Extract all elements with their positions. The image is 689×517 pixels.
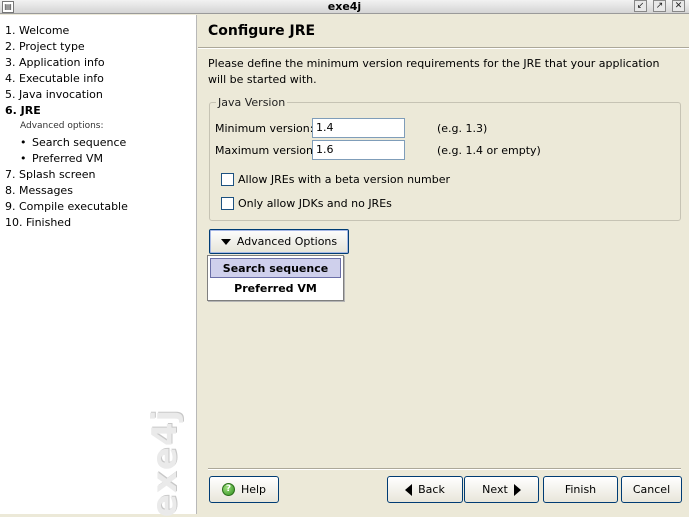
maximize-icon[interactable]: ↗ <box>653 0 666 12</box>
min-version-label: Minimum version: <box>215 122 314 135</box>
back-button[interactable]: Back <box>387 476 463 503</box>
only-jdk-label[interactable]: Only allow JDKs and no JREs <box>238 197 392 210</box>
page-description: Please define the minimum version requir… <box>208 57 660 86</box>
min-version-hint: (e.g. 1.3) <box>437 122 488 135</box>
menu-item-preferred-vm[interactable]: Preferred VM <box>210 279 341 299</box>
page-title: Configure JRE <box>208 23 316 39</box>
java-version-group: Java Version Minimum version: 1.4 (e.g. … <box>209 96 681 221</box>
step-application-info[interactable]: 3. Application info <box>5 56 105 70</box>
minimize-icon[interactable]: ↙ <box>634 0 647 12</box>
finish-button[interactable]: Finish <box>543 476 618 503</box>
max-version-input[interactable]: 1.6 <box>312 140 405 160</box>
step-compile-executable[interactable]: 9. Compile executable <box>5 200 128 214</box>
max-version-label: Maximum version: <box>215 144 317 157</box>
only-jdk-checkbox[interactable] <box>221 197 234 210</box>
next-button[interactable]: Next <box>464 476 539 503</box>
allow-beta-label[interactable]: Allow JREs with a beta version number <box>238 173 450 186</box>
close-icon[interactable]: ✕ <box>672 0 685 12</box>
step-splash-screen[interactable]: 7. Splash screen <box>5 168 96 182</box>
step-executable-info[interactable]: 4. Executable info <box>5 72 104 86</box>
step-welcome[interactable]: 1. Welcome <box>5 24 69 38</box>
button-divider <box>208 468 681 470</box>
step-project-type[interactable]: 2. Project type <box>5 40 85 54</box>
exe4j-logo: exe4j <box>145 408 185 517</box>
title-divider <box>198 47 689 49</box>
advanced-options-menu: Search sequence Preferred VM <box>207 255 344 301</box>
java-version-legend: Java Version <box>216 96 288 109</box>
advanced-options-button[interactable]: Advanced Options <box>209 229 349 254</box>
main-panel: Configure JRE Please define the minimum … <box>198 15 689 514</box>
arrow-right-icon <box>513 483 521 496</box>
wizard-sidebar: 1. Welcome 2. Project type 3. Applicatio… <box>0 15 197 517</box>
help-button[interactable]: ? Help <box>209 476 279 503</box>
bullet-icon: • <box>20 136 27 149</box>
max-version-hint: (e.g. 1.4 or empty) <box>437 144 541 157</box>
title-bar: ▤ exe4j ↙ ↗ ✕ <box>0 0 689 14</box>
step-jre-current[interactable]: 6. JRE <box>5 104 41 118</box>
window-title: exe4j <box>327 0 362 13</box>
advanced-options-header: Advanced options: <box>20 121 104 131</box>
step-messages[interactable]: 8. Messages <box>5 184 73 198</box>
step-java-invocation[interactable]: 5. Java invocation <box>5 88 103 102</box>
menu-item-search-sequence[interactable]: Search sequence <box>210 258 341 278</box>
bullet-icon: • <box>20 152 27 165</box>
step-finished[interactable]: 10. Finished <box>5 216 71 230</box>
cancel-button[interactable]: Cancel <box>621 476 682 503</box>
allow-beta-checkbox[interactable] <box>221 173 234 186</box>
arrow-left-icon <box>405 483 413 496</box>
min-version-input[interactable]: 1.4 <box>312 118 405 138</box>
sidebar-item-search-sequence[interactable]: • Search sequence <box>20 136 126 150</box>
help-icon: ? <box>221 483 235 496</box>
sidebar-item-preferred-vm[interactable]: • Preferred VM <box>20 152 103 166</box>
dropdown-arrow-icon <box>220 238 231 245</box>
